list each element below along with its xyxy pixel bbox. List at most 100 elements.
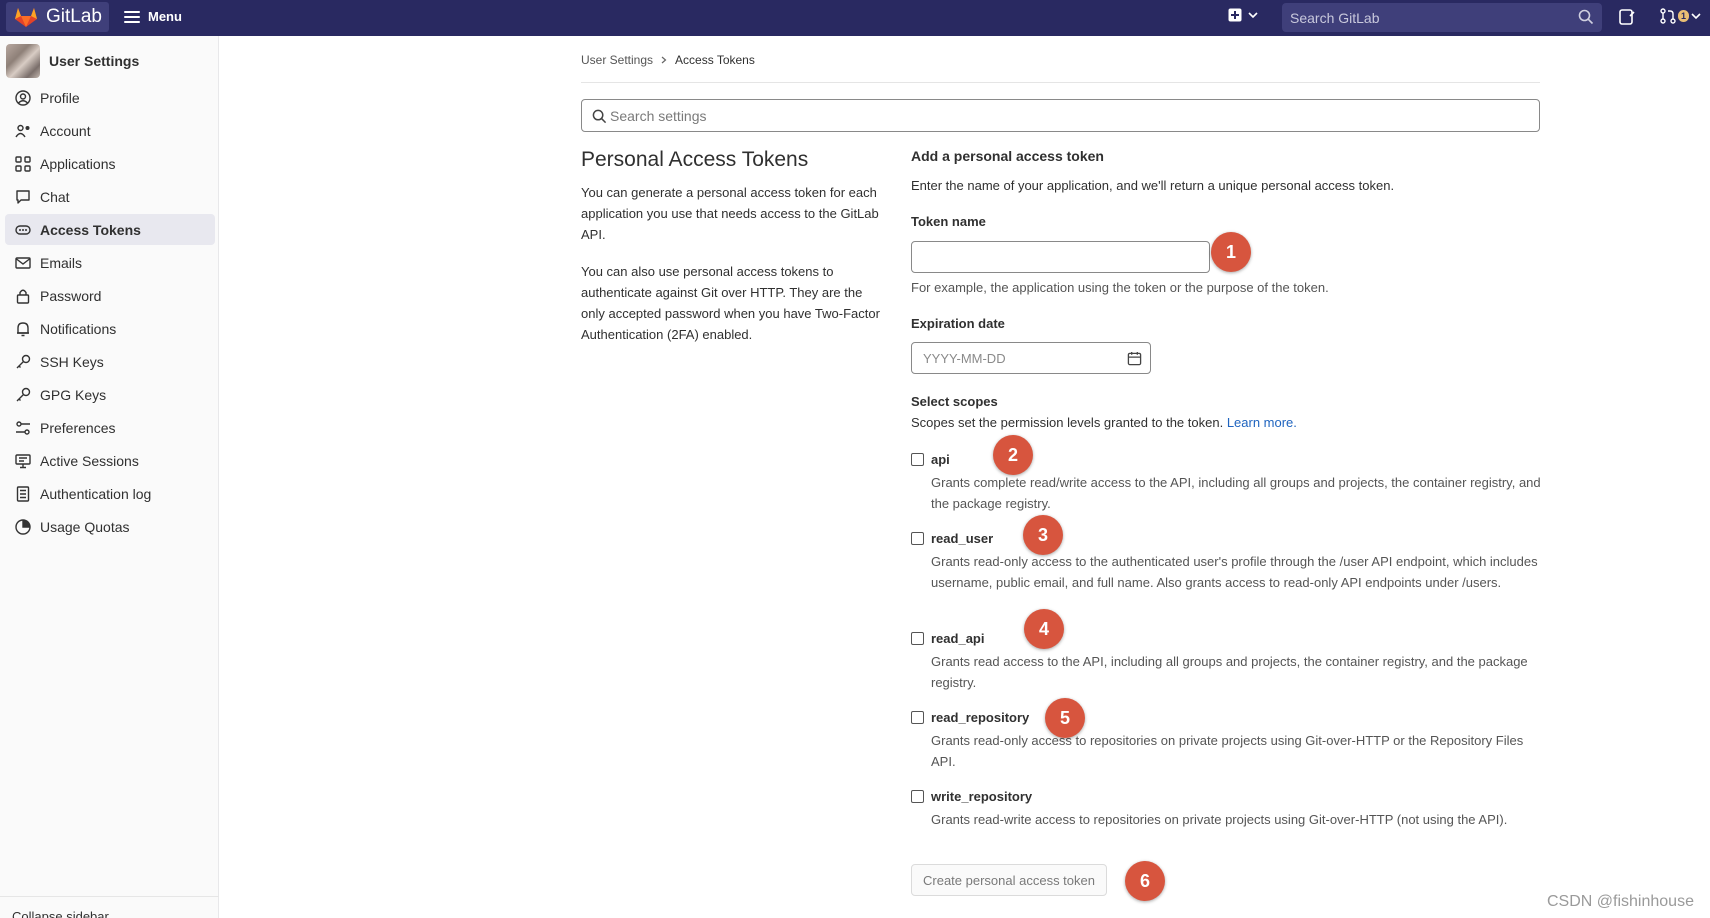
new-dropdown-button[interactable] — [1228, 8, 1258, 22]
search-icon — [1578, 9, 1594, 25]
sidebar-item-password[interactable]: Password — [5, 280, 215, 311]
monitor-icon — [15, 453, 31, 469]
settings-search-input[interactable] — [608, 106, 1508, 125]
scope-checkbox[interactable] — [911, 632, 924, 645]
merge-requests-button[interactable]: 1 — [1660, 8, 1701, 24]
sidebar-header[interactable]: User Settings — [6, 44, 139, 78]
gitlab-home-link[interactable]: GitLab — [6, 2, 109, 32]
divider — [581, 82, 1540, 83]
learn-more-link[interactable]: Learn more. — [1227, 415, 1297, 430]
scope-description: Grants read access to the API, including… — [931, 654, 1528, 690]
expiration-date-field[interactable]: YYYY-MM-DD — [911, 342, 1151, 374]
scope-name[interactable]: api — [931, 452, 950, 467]
scope-checkbox[interactable] — [911, 532, 924, 545]
collapse-sidebar-button[interactable]: Collapse sidebar — [0, 896, 219, 918]
bell-icon — [15, 321, 31, 337]
token-name-help: For example, the application using the t… — [911, 280, 1329, 295]
scope-description: Grants read-only access to the authentic… — [931, 554, 1538, 590]
token-icon — [15, 222, 31, 238]
token-name-field[interactable] — [911, 241, 1210, 273]
preferences-icon — [15, 420, 31, 436]
sidebar-item-label: Preferences — [40, 419, 116, 436]
sidebar-item-label: Password — [40, 287, 102, 304]
sidebar-item-label: Usage Quotas — [40, 518, 130, 535]
todo-button[interactable] — [1619, 8, 1635, 31]
token-form: Add a personal access token Enter the na… — [911, 148, 1541, 896]
sidebar-item-account[interactable]: Account — [5, 115, 215, 146]
menu-label: Menu — [148, 9, 182, 24]
sidebar-title: User Settings — [49, 53, 140, 69]
scopes-help: Scopes set the permission levels granted… — [911, 415, 1297, 430]
annotation-marker: 3 — [1023, 515, 1063, 555]
sidebar-item-access-tokens[interactable]: Access Tokens — [5, 214, 215, 245]
scope-write-repository: write_repository Grants read-write acces… — [911, 789, 1541, 830]
scope-name[interactable]: read_api — [931, 631, 984, 646]
gitlab-logo-icon — [15, 8, 37, 27]
sidebar-item-label: Chat — [40, 188, 70, 205]
merge-request-icon — [1660, 8, 1676, 24]
sidebar-item-gpg-keys[interactable]: GPG Keys — [5, 379, 215, 410]
sidebar-item-authentication-log[interactable]: Authentication log — [5, 478, 215, 509]
annotation-marker: 1 — [1211, 232, 1251, 272]
brand-name: GitLab — [46, 6, 102, 27]
sidebar-item-active-sessions[interactable]: Active Sessions — [5, 445, 215, 476]
scope-description: Grants read-only access to repositories … — [931, 733, 1524, 769]
settings-sidebar: User Settings Profile Account Applicatio… — [0, 36, 219, 918]
applications-icon — [15, 155, 31, 172]
chevron-down-icon — [1691, 13, 1701, 20]
collapse-sidebar-label: Collapse sidebar — [12, 909, 109, 918]
annotation-marker: 5 — [1045, 698, 1085, 738]
scope-name[interactable]: write_repository — [931, 789, 1032, 804]
form-title: Add a personal access token — [911, 148, 1104, 164]
sidebar-item-ssh-keys[interactable]: SSH Keys — [5, 346, 215, 377]
sidebar-item-profile[interactable]: Profile — [5, 82, 215, 113]
annotation-marker: 4 — [1024, 609, 1064, 649]
todo-icon — [1619, 9, 1635, 25]
sidebar-item-emails[interactable]: Emails — [5, 247, 215, 278]
global-search-input[interactable] — [1282, 3, 1562, 32]
scope-description: Grants complete read/write access to the… — [931, 475, 1541, 511]
menu-button[interactable]: Menu — [124, 9, 182, 24]
avatar — [6, 44, 40, 78]
search-icon — [592, 109, 607, 124]
breadcrumb-parent-link[interactable]: User Settings — [581, 53, 653, 67]
key-icon — [15, 354, 31, 370]
scope-checkbox[interactable] — [911, 711, 924, 724]
create-token-button[interactable]: Create personal access token — [911, 864, 1107, 896]
sidebar-item-applications[interactable]: Applications — [5, 148, 215, 179]
sidebar-item-preferences[interactable]: Preferences — [5, 412, 215, 443]
settings-search[interactable] — [581, 99, 1540, 132]
expiration-date-label: Expiration date — [911, 316, 1005, 331]
form-intro: Enter the name of your application, and … — [911, 178, 1395, 193]
breadcrumb-current[interactable]: Access Tokens — [675, 53, 755, 67]
scope-checkbox[interactable] — [911, 790, 924, 803]
sidebar-item-chat[interactable]: Chat — [5, 181, 215, 212]
mr-count-badge: 1 — [1678, 10, 1690, 22]
top-navbar: GitLab Menu 1 — [0, 0, 1710, 36]
hamburger-icon — [124, 10, 140, 23]
account-icon — [15, 123, 31, 139]
global-search[interactable] — [1282, 3, 1602, 32]
scopes-help-text: Scopes set the permission levels granted… — [911, 415, 1224, 430]
profile-icon — [15, 89, 31, 106]
mail-icon — [15, 255, 31, 271]
scope-checkbox[interactable] — [911, 453, 924, 466]
sidebar-item-label: Profile — [40, 89, 80, 106]
scope-name[interactable]: read_user — [931, 531, 993, 546]
scope-read-repository: read_repository Grants read-only access … — [911, 710, 1541, 772]
lock-icon — [15, 288, 31, 304]
chevron-down-icon — [1248, 12, 1258, 19]
chevron-right-icon — [661, 56, 667, 64]
log-icon — [15, 485, 31, 502]
key-icon — [15, 387, 31, 403]
sidebar-item-label: Emails — [40, 254, 83, 271]
scope-name[interactable]: read_repository — [931, 710, 1029, 725]
sidebar-item-label: Authentication log — [40, 485, 152, 502]
sidebar-item-usage-quotas[interactable]: Usage Quotas — [5, 511, 215, 542]
breadcrumb: User Settings Access Tokens — [581, 53, 755, 67]
sidebar-item-label: Active Sessions — [40, 452, 139, 469]
sidebar-item-notifications[interactable]: Notifications — [5, 313, 215, 344]
select-scopes-label: Select scopes — [911, 394, 998, 409]
intro-section: Personal Access Tokens You can generate … — [581, 148, 881, 345]
sidebar-item-label: Account — [40, 122, 91, 139]
